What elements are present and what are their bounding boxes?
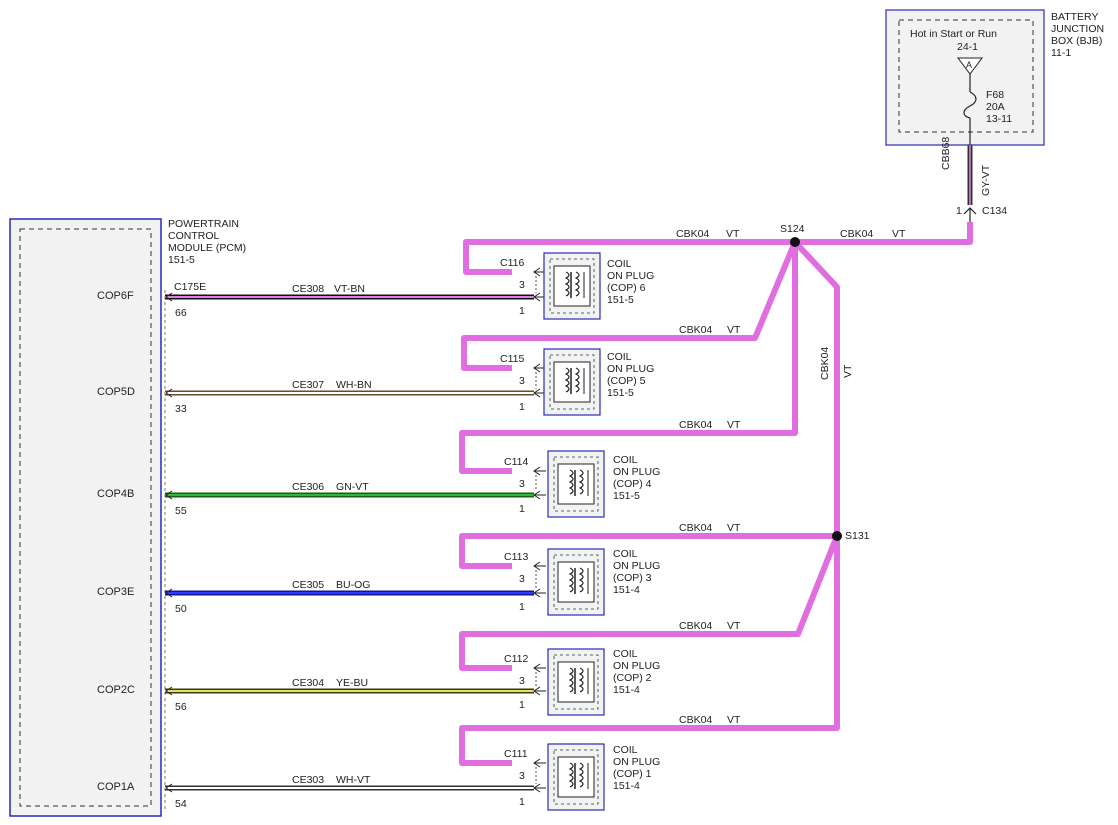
- top-feed-circuit: CBK04: [676, 228, 710, 240]
- pcm-pin-name-cop2c: COP2C: [97, 684, 135, 696]
- top-feed-color: VT: [726, 228, 740, 240]
- coil-icon-frame: [557, 463, 595, 505]
- pcm-pin-name-cop1a: COP1A: [97, 781, 135, 793]
- coil-label-cop: COIL ON PLUG (COP) 5 151-5: [607, 351, 655, 399]
- wiring-diagram: [9, 9, 1045, 817]
- pcm-pin-number: 33: [175, 403, 187, 415]
- coil-pin-3: 3: [519, 770, 525, 782]
- c134-label: C134: [982, 205, 1008, 217]
- branch-feed-color: VT: [727, 522, 741, 534]
- coil-pin-1: 1: [519, 401, 525, 413]
- coil-icon-frame: [557, 756, 595, 798]
- signal-color-label: GN-VT: [336, 481, 369, 493]
- coil-pin-1: 1: [519, 699, 525, 711]
- signal-circuit-label: CE303: [292, 774, 325, 786]
- signal-circuit-label: CE305: [292, 579, 325, 591]
- splice-s131: [832, 531, 842, 541]
- branch-feed-color: VT: [727, 620, 741, 632]
- branch-feed-circuit: CBK04: [679, 419, 713, 431]
- splice-s124-label: S124: [780, 223, 805, 235]
- branch-feed-color: VT: [727, 419, 741, 431]
- coil-pin-1: 1: [519, 503, 525, 515]
- branch-feed-circuit: CBK04: [679, 714, 713, 726]
- coil-icon-frame: [553, 361, 591, 403]
- coil-pin-3: 3: [519, 573, 525, 585]
- pcm-pin-number: 66: [175, 307, 187, 319]
- coil-connector-label: C115: [500, 353, 525, 365]
- signal-color-label: WH-VT: [336, 774, 371, 786]
- coil-connector-label: C112: [504, 653, 529, 665]
- coil-label-cop: COIL ON PLUG (COP) 1 151-4: [613, 744, 661, 792]
- right-feed-circuit: CBK04: [840, 228, 874, 240]
- coil-label-cop: COIL ON PLUG (COP) 2 151-4: [613, 648, 661, 696]
- pcm-pin-number: 55: [175, 505, 187, 517]
- coil-label-cop: COIL ON PLUG (COP) 6 151-5: [607, 258, 655, 306]
- bjb-hot-label: Hot in Start or Run: [910, 28, 997, 40]
- pcm-pin-number: 56: [175, 701, 187, 713]
- coil-connector-label: C116: [500, 257, 525, 269]
- pcm-pin-number: 50: [175, 603, 187, 615]
- coil-pin-1: 1: [519, 796, 525, 808]
- branch-feed-circuit: CBK04: [679, 522, 713, 534]
- pcm-pin-number: 54: [175, 798, 187, 810]
- vertical-feed-circuit: CBK04: [819, 346, 831, 380]
- coil-pin-3: 3: [519, 478, 525, 490]
- pcm-pin-name-cop5d: COP5D: [97, 386, 135, 398]
- signal-color-label: YE-BU: [336, 677, 369, 689]
- pcm-title: POWERTRAIN CONTROL MODULE (PCM) 151-5: [168, 218, 247, 266]
- branch-feed-circuit: CBK04: [679, 620, 713, 632]
- fuse-rating: 20A: [986, 101, 1005, 113]
- coil-pin-3: 3: [519, 675, 525, 687]
- coil-icon-frame: [553, 265, 591, 307]
- coil-icon-frame: [557, 561, 595, 603]
- coil-label-cop: COIL ON PLUG (COP) 3 151-4: [613, 548, 661, 596]
- coil-icon-frame: [557, 661, 595, 703]
- feed-color-label: GY-VT: [980, 164, 992, 196]
- signal-color-label: WH-BN: [336, 379, 372, 391]
- feed-circuit-label: CBB68: [940, 136, 952, 170]
- bjb-title: BATTERY JUNCTION BOX (BJB) 11-1: [1051, 11, 1105, 59]
- coil-pin-3: 3: [519, 375, 525, 387]
- signal-circuit-label: CE307: [292, 379, 325, 391]
- signal-color-label: VT-BN: [334, 283, 365, 295]
- signal-color-label: BU-OG: [336, 579, 371, 591]
- signal-circuit-label: CE304: [292, 677, 325, 689]
- branch-feed-circuit: CBK04: [679, 324, 713, 336]
- coil-pin-1: 1: [519, 601, 525, 613]
- right-feed-color: VT: [892, 228, 906, 240]
- signal-circuit-label: CE306: [292, 481, 325, 493]
- coil-pin-1: 1: [519, 305, 525, 317]
- c134-pin: 1: [956, 205, 962, 217]
- branch-feed-color: VT: [727, 714, 741, 726]
- bjb-hot-ref: 24-1: [957, 41, 979, 53]
- coil-label-cop: COIL ON PLUG (COP) 4 151-5: [613, 454, 661, 502]
- pcm-pin-name-cop4b: COP4B: [97, 488, 135, 500]
- pcm-pin-name-cop3e: COP3E: [97, 586, 135, 598]
- branch-feed-color: VT: [727, 324, 741, 336]
- pcm-connector-label: C175E: [174, 281, 207, 293]
- cbk04-s124-to-s131: [792, 239, 840, 536]
- splice-s124: [790, 237, 800, 247]
- vertical-feed-color: VT: [842, 364, 854, 378]
- fuse-name: F68: [986, 89, 1005, 101]
- pcm-pin-name-cop6f: COP6F: [97, 290, 134, 302]
- coil-connector-label: C111: [504, 748, 528, 760]
- signal-circuit-label: CE308: [292, 283, 325, 295]
- fuse-ref: 13-11: [986, 113, 1013, 125]
- coil-connector-label: C114: [504, 456, 529, 468]
- pcm-module: [9, 218, 162, 817]
- splice-s131-label: S131: [845, 530, 870, 542]
- coil-connector-label: C113: [504, 551, 529, 563]
- bjb-triangle-label: A: [966, 60, 973, 70]
- coil-pin-3: 3: [519, 279, 525, 291]
